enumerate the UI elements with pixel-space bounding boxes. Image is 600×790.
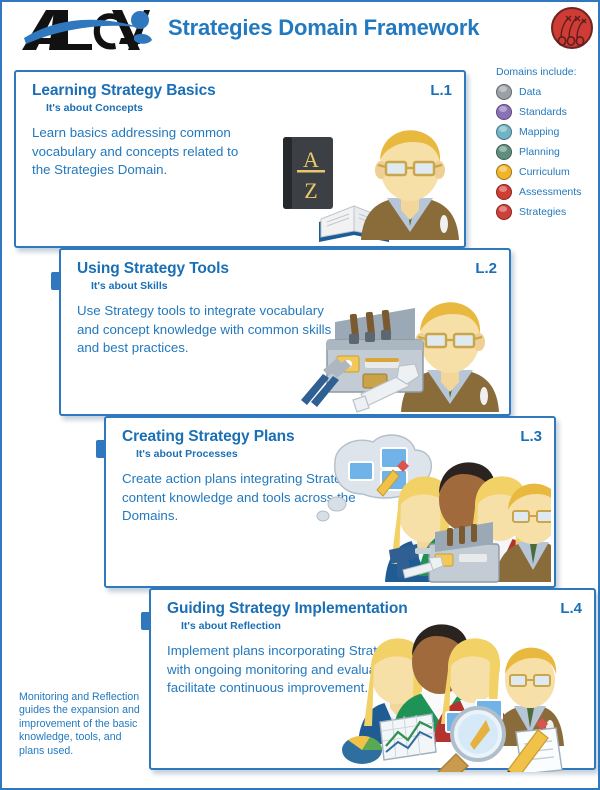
card-body: Learn basics addressing common vocabular… [32,125,239,177]
legend-title: Domains include: [496,66,577,78]
legend-label: Curriculum [519,165,570,178]
legend-item-curriculum[interactable]: Curriculum [496,162,598,181]
legend-label: Assessments [519,185,582,198]
level-card-l1[interactable]: Learning Strategy Basics It's about Conc… [14,70,466,248]
legend-label: Strategies [519,205,567,218]
strategies-domain-icon [496,203,512,220]
card-subtitle: It's about Concepts [46,102,144,114]
legend-label: Mapping [519,125,560,138]
card-illustration-l3 [311,424,567,584]
legend-label: Data [519,85,542,98]
card-illustration-l2 [289,262,507,414]
card-connector-nub [141,612,151,630]
data-domain-icon [496,83,512,100]
framework-poster: Strategies Domain Framework Domains incl… [0,0,600,790]
card-title: Learning Strategy Basics [32,82,216,99]
card-illustration-l4 [336,604,586,788]
legend-item-planning[interactable]: Planning [496,142,598,161]
page-header: Strategies Domain Framework [2,2,598,60]
domains-legend: Domains include: Data Standards Mapping … [496,66,598,222]
footer-note: Monitoring and Reflection guides the exp… [19,691,140,757]
strategies-badge-icon [549,5,595,51]
card-subtitle: It's about Skills [91,280,168,292]
mapping-domain-icon [496,123,512,140]
legend-item-strategies[interactable]: Strategies [496,202,598,221]
level-card-l2[interactable]: Using Strategy Tools It's about Skills U… [51,248,511,416]
card-subtitle: It's about Processes [136,448,238,460]
assessments-domain-icon [496,183,512,200]
legend-item-standards[interactable]: Standards [496,102,598,121]
legend-label: Planning [519,145,560,158]
standards-domain-icon [496,103,512,120]
legend-item-data[interactable]: Data [496,82,598,101]
svg-text:A: A [303,147,319,172]
level-card-l3[interactable]: Creating Strategy Plans It's about Proce… [96,416,567,588]
legend-label: Standards [519,105,567,118]
card-connector-nub [51,272,61,290]
card-illustration-l1: A Z [261,92,461,242]
card-subtitle: It's about Reflection [181,620,281,632]
planning-domain-icon [496,143,512,160]
legend-item-assessments[interactable]: Assessments [496,182,598,201]
card-title: Using Strategy Tools [77,260,229,277]
page-title: Strategies Domain Framework [168,15,480,40]
alca-logo [16,4,156,56]
level-card-l4[interactable]: Guiding Strategy Implementation It's abo… [141,588,596,788]
card-title: Creating Strategy Plans [122,428,295,445]
svg-text:Z: Z [304,178,317,203]
card-connector-nub [96,440,106,458]
curriculum-domain-icon [496,163,512,180]
legend-item-mapping[interactable]: Mapping [496,122,598,141]
